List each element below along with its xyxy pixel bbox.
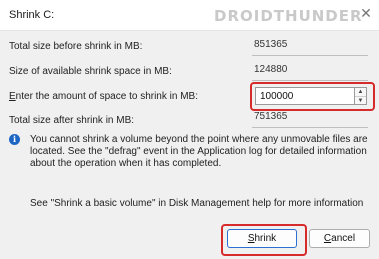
shrink-amount-accesskey: E: [9, 91, 16, 102]
close-icon[interactable]: ✕: [359, 5, 373, 21]
shrink-amount-stepper[interactable]: ▲ ▼: [355, 87, 367, 105]
info-icon: i: [9, 134, 20, 145]
info-message: You cannot shrink a volume beyond the po…: [30, 134, 368, 169]
title-bar: Shrink C: DROIDTHUNDER ✕: [0, 0, 379, 31]
available-space-value: 124880: [254, 64, 288, 75]
total-after-value: 751365: [254, 111, 288, 122]
spin-down-icon[interactable]: ▼: [355, 97, 366, 105]
window-title: Shrink C:: [9, 9, 55, 21]
shrink-button[interactable]: Shrink: [227, 229, 297, 248]
available-space-underline: [252, 80, 368, 81]
total-before-label: Total size before shrink in MB:: [9, 41, 143, 52]
shrink-amount-input[interactable]: [255, 87, 355, 105]
cancel-button[interactable]: Cancel: [309, 229, 370, 248]
help-message: See "Shrink a basic volume" in Disk Mana…: [30, 198, 364, 209]
total-after-label: Total size after shrink in MB:: [9, 115, 135, 126]
available-space-label: Size of available shrink space in MB:: [9, 66, 172, 77]
shrink-amount-label-text: nter the amount of space to shrink in MB…: [15, 91, 198, 102]
spin-up-icon[interactable]: ▲: [355, 88, 366, 97]
shrink-amount-label: Enter the amount of space to shrink in M…: [9, 91, 198, 102]
total-after-underline: [252, 127, 368, 128]
total-before-value: 851365: [254, 39, 288, 50]
watermark-logo: DROIDTHUNDER: [214, 7, 363, 25]
shrink-button-label: hrink: [254, 233, 277, 244]
cancel-button-label: ancel: [331, 233, 356, 244]
total-before-underline: [252, 55, 368, 56]
